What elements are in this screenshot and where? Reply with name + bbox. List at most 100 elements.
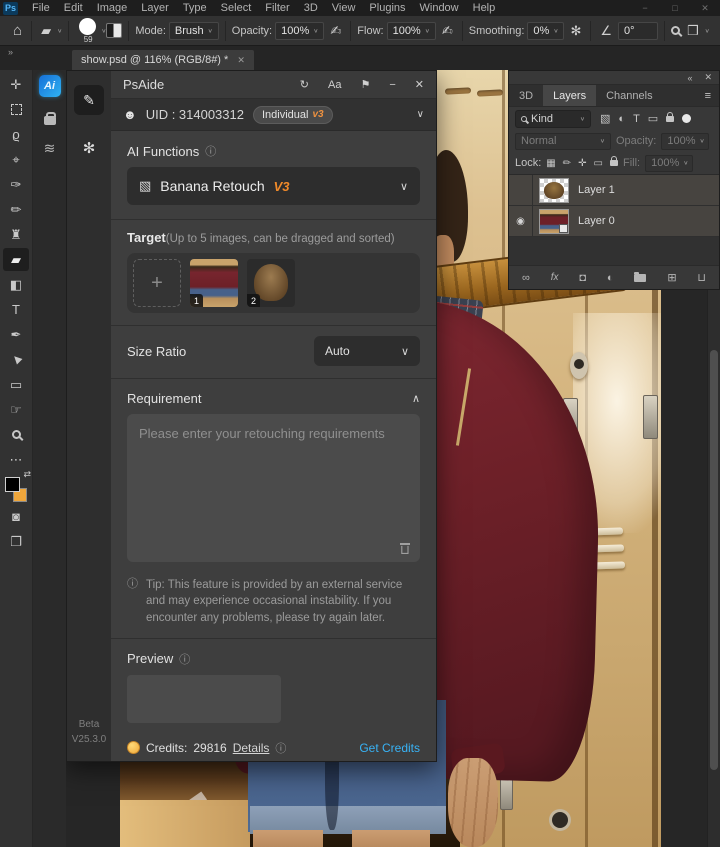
collapse-panel-icon[interactable]: « <box>687 73 692 83</box>
scrollbar-thumb[interactable] <box>710 350 718 770</box>
smoothing-gear-icon[interactable]: ✻ <box>567 23 584 39</box>
color-swatches[interactable]: ⇄ <box>3 475 29 503</box>
requirement-input[interactable] <box>127 414 420 562</box>
adjustment-layer-icon[interactable]: ◐ <box>607 272 614 284</box>
tab-3d[interactable]: 3D <box>509 85 543 107</box>
briefcase-icon[interactable] <box>44 116 56 125</box>
layer-1-thumbnail[interactable] <box>539 178 569 203</box>
path-select-tool[interactable]: ► <box>3 348 29 371</box>
lock-position-icon[interactable]: ✛ <box>578 158 586 169</box>
home-icon[interactable]: ⌂ <box>10 22 25 39</box>
minimize-button[interactable]: − <box>630 0 660 16</box>
filter-adjustment-icon[interactable]: ◐ <box>618 113 625 125</box>
clear-trash-icon[interactable]: ⊔ <box>400 543 410 555</box>
brush-preset-picker[interactable]: 59 <box>75 17 101 45</box>
info-icon[interactable]: ⓘ <box>205 143 216 159</box>
gradient-tool[interactable]: ◧ <box>3 273 29 296</box>
marquee-tool[interactable] <box>3 98 29 121</box>
menu-window[interactable]: Window <box>413 0 466 16</box>
filter-type-icon[interactable]: T <box>633 113 640 125</box>
lock-pixels-icon[interactable]: ✏ <box>563 158 571 169</box>
layer-row-0[interactable]: ◉ Layer 0 <box>509 206 719 237</box>
chevron-down-icon[interactable]: ∨ <box>417 109 424 120</box>
screen-mode-button[interactable]: ❐ <box>3 530 29 553</box>
settings-button[interactable]: ✻ <box>83 139 96 157</box>
eraser-tool[interactable]: ▰ <box>3 248 29 271</box>
tab-layers[interactable]: Layers <box>543 85 596 107</box>
visibility-toggle-eye-icon[interactable]: ◉ <box>509 206 533 236</box>
chevron-up-icon[interactable]: ∧ <box>412 392 420 405</box>
mode-select[interactable]: Brush ∨ <box>169 22 219 40</box>
menu-plugins[interactable]: Plugins <box>362 0 412 16</box>
tool-preset[interactable]: ▰ ∨ <box>38 23 62 39</box>
more-tools[interactable]: ⋯ <box>3 448 29 471</box>
filter-toggle-icon[interactable] <box>682 114 691 123</box>
layer-opacity-input[interactable]: 100% ∨ <box>661 133 709 150</box>
link-layers-icon[interactable]: ∞ <box>522 272 530 284</box>
close-button[interactable]: ✕ <box>690 0 720 16</box>
document-close-icon[interactable]: ✕ <box>237 55 245 66</box>
workspace-switcher[interactable]: ❒ ∨ <box>684 23 710 39</box>
close-panel-icon[interactable]: ✕ <box>415 78 424 91</box>
object-selection-tool[interactable]: ⌖ <box>3 148 29 171</box>
function-select[interactable]: ▧ Banana Retouch V3 ∨ <box>127 167 420 205</box>
move-tool[interactable]: ✛ <box>3 73 29 96</box>
target-thumbnail-2[interactable]: 2 <box>247 259 295 307</box>
size-ratio-select[interactable]: Auto ∨ <box>314 336 420 366</box>
foreground-color-swatch[interactable] <box>5 477 20 492</box>
visibility-toggle-empty[interactable] <box>509 175 533 205</box>
text-style-icon[interactable]: Aa <box>328 79 341 91</box>
opacity-select[interactable]: 100% ∨ <box>275 22 324 40</box>
lock-artboard-icon[interactable]: ▭ <box>594 158 603 169</box>
add-image-button[interactable]: + <box>133 259 181 307</box>
refresh-icon[interactable]: ↻ <box>300 78 309 91</box>
eyedropper-tool[interactable]: ✑ <box>3 173 29 196</box>
layer-row-1[interactable]: Layer 1 <box>509 175 719 206</box>
quick-mask-button[interactable]: ◙ <box>3 505 29 528</box>
menu-image[interactable]: Image <box>90 0 135 16</box>
target-thumbnail-1[interactable]: 1 <box>190 259 238 307</box>
close-panel-icon[interactable]: ✕ <box>704 72 712 83</box>
pen-tool[interactable]: ✒ <box>3 323 29 346</box>
layer-style-icon[interactable]: fx <box>551 272 559 283</box>
smoothing-select[interactable]: 0% ∨ <box>527 22 564 40</box>
menu-type[interactable]: Type <box>176 0 214 16</box>
type-tool[interactable]: T <box>3 298 29 321</box>
search-icon[interactable] <box>671 26 680 35</box>
menu-view[interactable]: View <box>325 0 363 16</box>
pin-icon[interactable]: ⚑ <box>360 78 370 91</box>
delete-layer-icon[interactable]: ⊔ <box>697 271 706 284</box>
flow-select[interactable]: 100% ∨ <box>387 22 436 40</box>
psaide-plugin-icon[interactable]: Ai <box>39 75 61 97</box>
hand-tool[interactable]: ☞ <box>3 398 29 421</box>
tab-channels[interactable]: Channels <box>596 85 662 107</box>
info-icon[interactable]: ⓘ <box>275 740 286 756</box>
menu-edit[interactable]: Edit <box>57 0 90 16</box>
blend-mode-select[interactable]: Normal ∨ <box>515 133 611 150</box>
rectangle-tool[interactable]: ▭ <box>3 373 29 396</box>
layer-name[interactable]: Layer 1 <box>578 184 615 196</box>
new-group-icon[interactable] <box>634 274 646 282</box>
menu-select[interactable]: Select <box>214 0 259 16</box>
minimize-panel-icon[interactable]: − <box>389 79 395 91</box>
get-credits-link[interactable]: Get Credits <box>359 741 420 755</box>
edit-mode-button[interactable]: ✎ <box>74 85 104 115</box>
sliders-icon[interactable]: ≋ <box>44 140 56 157</box>
menu-file[interactable]: File <box>25 0 57 16</box>
details-link[interactable]: Details <box>233 741 270 755</box>
menu-3d[interactable]: 3D <box>297 0 325 16</box>
lasso-tool[interactable]: ϱ <box>3 123 29 146</box>
layer-name[interactable]: Layer 0 <box>578 215 615 227</box>
menu-filter[interactable]: Filter <box>258 0 296 16</box>
account-row[interactable]: ☻ UID : 314003312 Individual v3 ∨ <box>111 99 436 131</box>
maximize-button[interactable]: □ <box>660 0 690 16</box>
layer-0-thumbnail[interactable] <box>539 209 569 234</box>
document-tab[interactable]: show.psd @ 116% (RGB/8#) * ✕ <box>72 50 254 70</box>
layer-mask-icon[interactable]: ◘ <box>579 272 586 284</box>
airbrush-icon[interactable]: ✍ <box>439 23 456 39</box>
menu-help[interactable]: Help <box>466 0 503 16</box>
filter-kind-select[interactable]: Kind ∨ <box>515 110 591 128</box>
angle-input[interactable]: 0° <box>618 22 658 40</box>
lock-transparency-icon[interactable]: ▦ <box>546 158 555 169</box>
lock-all-icon[interactable] <box>610 160 618 166</box>
